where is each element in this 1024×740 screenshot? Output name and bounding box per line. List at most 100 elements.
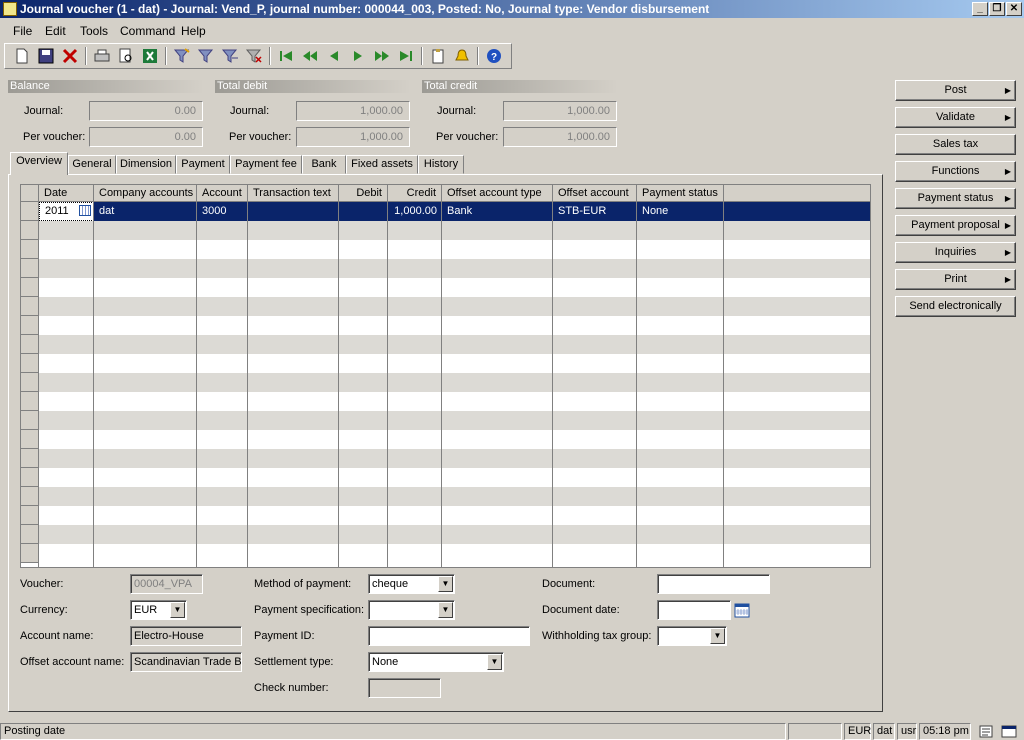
document-handling-icon[interactable] xyxy=(429,48,447,64)
table-row[interactable] xyxy=(21,430,870,449)
print-button[interactable]: Print ▶ xyxy=(895,269,1016,290)
functions-button[interactable]: Functions ▶ xyxy=(895,161,1016,182)
table-row[interactable] xyxy=(21,316,870,335)
tab-overview[interactable]: Overview xyxy=(10,152,68,175)
document-field[interactable] xyxy=(657,574,770,594)
date-picker-icon[interactable] xyxy=(79,205,91,216)
tab-bank[interactable]: Bank xyxy=(302,155,346,174)
help-icon[interactable]: ? xyxy=(485,48,503,64)
menu-help[interactable]: Help xyxy=(181,24,206,38)
payment-specification-dropdown-icon[interactable]: ▼ xyxy=(438,602,453,618)
row-selector[interactable] xyxy=(21,468,39,487)
row-selector[interactable] xyxy=(21,411,39,430)
tab-general[interactable]: General xyxy=(68,155,116,174)
calendar-icon[interactable] xyxy=(734,602,750,618)
table-row[interactable] xyxy=(21,278,870,297)
advanced-filter-icon[interactable] xyxy=(221,48,239,64)
tab-payment-fee[interactable]: Payment fee xyxy=(230,155,302,174)
payment-proposal-button[interactable]: Payment proposal ▶ xyxy=(895,215,1016,236)
row-selector[interactable] xyxy=(21,487,39,506)
row-selector[interactable] xyxy=(21,430,39,449)
document-status-icon[interactable] xyxy=(979,725,993,738)
cell-debit[interactable] xyxy=(339,202,388,221)
row-selector[interactable] xyxy=(21,506,39,525)
remove-filter-icon[interactable] xyxy=(245,48,263,64)
row-selector[interactable] xyxy=(21,221,39,240)
column-header-transaction-text[interactable]: Transaction text xyxy=(248,185,339,202)
cell-offset-account-type[interactable]: Bank xyxy=(442,202,553,221)
row-selector[interactable] xyxy=(21,278,39,297)
method-of-payment-field[interactable]: cheque ▼ xyxy=(368,574,455,594)
excel-icon[interactable] xyxy=(141,48,159,64)
minimize-button[interactable]: _ xyxy=(972,2,988,16)
tab-history[interactable]: History xyxy=(418,155,464,174)
cell-credit[interactable]: 1,000.00 xyxy=(388,202,442,221)
row-selector[interactable] xyxy=(21,354,39,373)
table-row[interactable] xyxy=(21,373,870,392)
table-row[interactable] xyxy=(21,468,870,487)
withholding-tax-group-dropdown-icon[interactable]: ▼ xyxy=(710,628,725,644)
print-icon[interactable] xyxy=(93,48,111,64)
table-row[interactable] xyxy=(21,525,870,544)
sales-tax-button[interactable]: Sales tax xyxy=(895,134,1016,155)
cell-transaction-text[interactable] xyxy=(248,202,339,221)
payment-specification-field[interactable]: ▼ xyxy=(368,600,455,620)
cell-account[interactable]: 3000 xyxy=(197,202,248,221)
table-row[interactable] xyxy=(21,221,870,240)
restore-button[interactable]: ❐ xyxy=(989,2,1005,16)
column-header-account[interactable]: Account xyxy=(197,185,248,202)
tab-payment[interactable]: Payment xyxy=(176,155,230,174)
tab-dimension[interactable]: Dimension xyxy=(116,155,176,174)
row-selector-header[interactable] xyxy=(21,185,39,202)
row-selector[interactable] xyxy=(21,240,39,259)
row-selector[interactable] xyxy=(21,544,39,563)
row-selector[interactable] xyxy=(21,259,39,278)
table-row[interactable] xyxy=(21,544,870,563)
settlement-type-dropdown-icon[interactable]: ▼ xyxy=(487,654,502,670)
table-row[interactable] xyxy=(21,411,870,430)
column-header-debit[interactable]: Debit xyxy=(339,185,388,202)
previous-page-icon[interactable] xyxy=(301,48,319,64)
close-button[interactable]: ✕ xyxy=(1006,2,1022,16)
print-preview-icon[interactable] xyxy=(117,48,135,64)
last-record-icon[interactable] xyxy=(397,48,415,64)
column-header-offset-account[interactable]: Offset account xyxy=(553,185,637,202)
post-button[interactable]: Post ▶ xyxy=(895,80,1016,101)
new-icon[interactable] xyxy=(13,48,31,64)
row-selector[interactable] xyxy=(21,373,39,392)
column-header-credit[interactable]: Credit xyxy=(388,185,442,202)
table-row[interactable] xyxy=(21,297,870,316)
next-record-icon[interactable] xyxy=(349,48,367,64)
send-electronically-button[interactable]: Send electronically xyxy=(895,296,1016,317)
method-of-payment-dropdown-icon[interactable]: ▼ xyxy=(438,576,453,592)
cell-company-accounts[interactable]: dat xyxy=(94,202,197,221)
column-header-payment-status[interactable]: Payment status xyxy=(637,185,724,202)
table-row[interactable] xyxy=(21,240,870,259)
table-row[interactable] xyxy=(21,487,870,506)
row-selector[interactable] xyxy=(21,449,39,468)
payment-status-button[interactable]: Payment status ▶ xyxy=(895,188,1016,209)
table-row[interactable] xyxy=(21,449,870,468)
withholding-tax-group-field[interactable]: ▼ xyxy=(657,626,727,646)
menu-file[interactable]: File xyxy=(13,24,32,38)
validate-button[interactable]: Validate ▶ xyxy=(895,107,1016,128)
payment-id-field[interactable] xyxy=(368,626,530,646)
table-row[interactable]: 2011 dat 3000 1,000.00 Bank STB-EUR None xyxy=(21,202,870,221)
table-row[interactable] xyxy=(21,335,870,354)
settlement-type-field[interactable]: None ▼ xyxy=(368,652,504,672)
currency-dropdown-icon[interactable]: ▼ xyxy=(170,602,185,618)
menu-command[interactable]: Command xyxy=(120,24,175,38)
first-record-icon[interactable] xyxy=(277,48,295,64)
row-selector[interactable] xyxy=(21,335,39,354)
next-page-icon[interactable] xyxy=(373,48,391,64)
currency-field[interactable]: EUR ▼ xyxy=(130,600,187,620)
save-icon[interactable] xyxy=(37,48,55,64)
cell-offset-account[interactable]: STB-EUR xyxy=(553,202,637,221)
delete-icon[interactable] xyxy=(61,48,79,64)
row-selector[interactable] xyxy=(21,297,39,316)
tab-fixed-assets[interactable]: Fixed assets xyxy=(346,155,418,174)
menu-edit[interactable]: Edit xyxy=(45,24,66,38)
menu-tools[interactable]: Tools xyxy=(80,24,108,38)
document-date-field[interactable] xyxy=(657,600,731,620)
table-row[interactable] xyxy=(21,354,870,373)
